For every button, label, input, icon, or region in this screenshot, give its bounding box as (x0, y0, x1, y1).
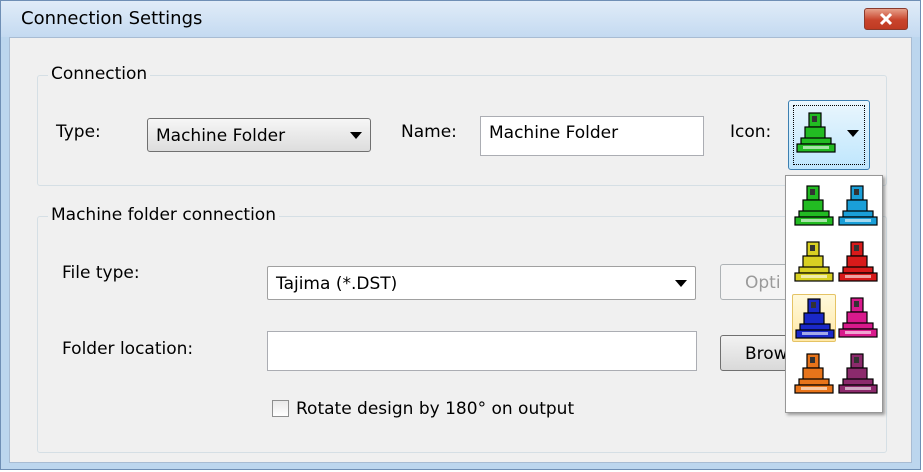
machine-icon-selected (796, 112, 836, 153)
folder-location-label: Folder location: (62, 339, 194, 359)
machine-icon (838, 353, 878, 394)
icon-option-8[interactable] (836, 350, 880, 398)
rotate-checkbox[interactable] (272, 400, 289, 417)
icon-palette-dropdown (785, 175, 883, 413)
icon-option-7[interactable] (792, 350, 836, 398)
name-input-value: Machine Folder (489, 123, 619, 143)
name-input[interactable]: Machine Folder (480, 116, 704, 156)
machine-icon (838, 297, 878, 338)
icon-option-3[interactable] (792, 238, 836, 286)
machine-icon (794, 353, 834, 394)
close-button[interactable] (864, 8, 908, 30)
icon-option-2[interactable] (836, 182, 880, 230)
title-bar[interactable]: Connection Settings (1, 1, 920, 37)
type-dropdown[interactable]: Machine Folder (147, 118, 371, 152)
window-title: Connection Settings (21, 8, 203, 29)
icon-option-1[interactable] (792, 182, 836, 230)
machine-icon (838, 241, 878, 282)
machine-icon (838, 185, 878, 226)
icon-option-4[interactable] (836, 238, 880, 286)
icon-picker-button[interactable] (788, 100, 870, 170)
icon-option-6[interactable] (836, 294, 880, 342)
name-label: Name: (401, 122, 457, 142)
type-label: Type: (56, 122, 101, 142)
connection-settings-window: Connection Settings Connection Type: Mac… (0, 0, 921, 470)
machine-icon (794, 185, 834, 226)
chevron-down-icon (350, 132, 362, 139)
rotate-checkbox-label[interactable]: Rotate design by 180° on output (296, 399, 574, 419)
connection-group-label: Connection (48, 64, 151, 84)
icon-option-5[interactable] (792, 294, 836, 342)
chevron-down-icon (675, 280, 687, 287)
folder-location-input[interactable] (267, 331, 697, 371)
close-icon (879, 12, 893, 26)
file-type-dropdown[interactable]: Tajima (*.DST) (267, 266, 696, 300)
file-type-label: File type: (62, 263, 140, 283)
machine-icon (795, 298, 835, 339)
file-type-value: Tajima (*.DST) (276, 274, 398, 294)
chevron-down-icon (847, 130, 859, 137)
dialog-body: Connection Type: Machine Folder Name: Ma… (9, 37, 912, 463)
icon-label: Icon: (730, 122, 772, 142)
machine-icon (794, 241, 834, 282)
machine-folder-group-label: Machine folder connection (48, 205, 279, 225)
type-dropdown-value: Machine Folder (156, 126, 286, 146)
